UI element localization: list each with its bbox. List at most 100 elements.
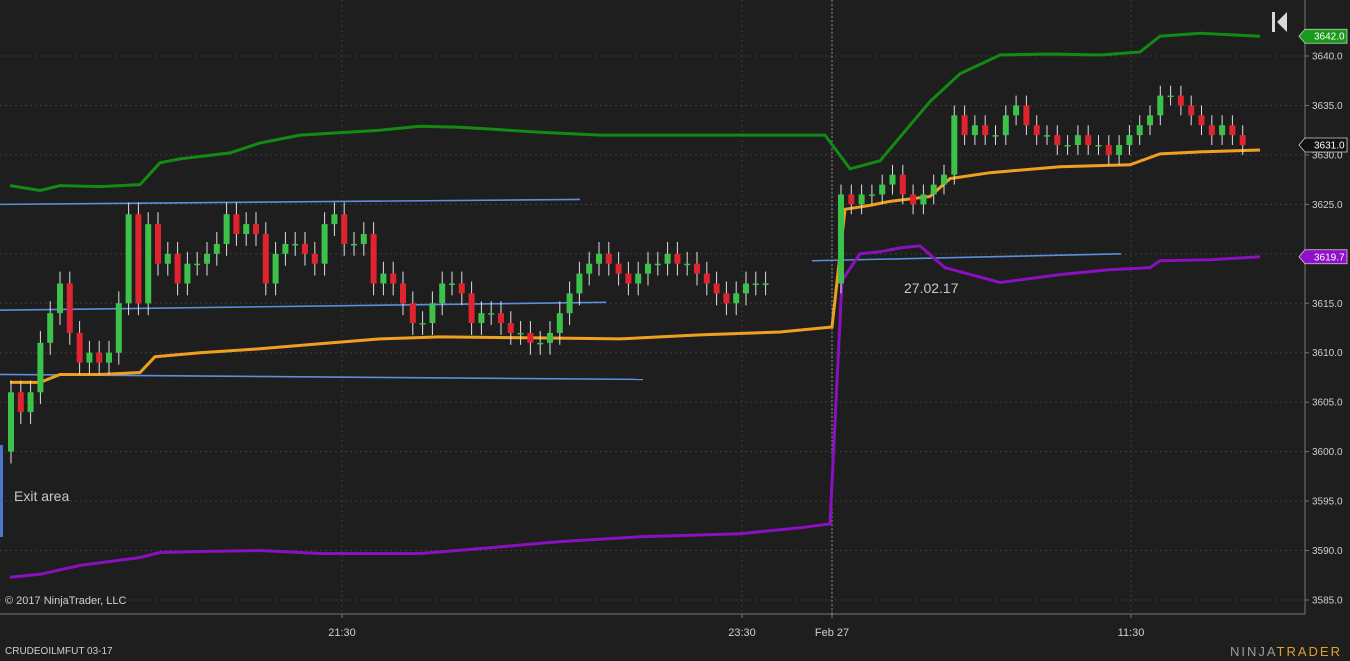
candle — [223, 214, 230, 244]
candle — [155, 224, 161, 264]
candle — [879, 184, 886, 195]
y-tick-label: 3635.0 — [1312, 101, 1343, 112]
candle — [1219, 125, 1226, 136]
candle — [848, 194, 855, 205]
candle — [1177, 95, 1184, 106]
candle — [174, 253, 181, 284]
candle — [360, 234, 367, 244]
candle — [76, 332, 83, 363]
candle — [743, 283, 749, 294]
candle — [1105, 145, 1112, 155]
candle — [576, 273, 583, 294]
candle — [47, 313, 54, 343]
candle — [439, 283, 446, 304]
candle — [961, 115, 968, 136]
candle — [951, 115, 958, 175]
candle — [605, 253, 612, 264]
candle — [468, 293, 475, 324]
lower-band-line — [9, 244, 1261, 579]
candle — [674, 253, 681, 264]
exit-area-marker — [0, 445, 3, 537]
candle — [282, 243, 289, 254]
candle — [527, 332, 534, 343]
candle — [409, 303, 416, 324]
candle — [920, 194, 927, 205]
candle — [1167, 95, 1174, 98]
trendline — [0, 198, 581, 206]
price-badges: 3642.0 3631.0 3619.7 — [1298, 28, 1348, 265]
candle — [635, 273, 642, 284]
candle — [1085, 135, 1092, 146]
candle — [615, 263, 622, 274]
candle — [429, 303, 436, 324]
copyright-text: © 2017 NinjaTrader, LLC — [5, 595, 127, 607]
candle — [1033, 125, 1040, 136]
candle — [106, 352, 112, 363]
candle — [390, 273, 397, 284]
candle — [1023, 105, 1030, 126]
candle — [910, 194, 917, 205]
candle — [941, 174, 947, 185]
candle — [507, 323, 514, 333]
candle — [982, 125, 989, 136]
candle — [311, 253, 318, 264]
candle — [586, 263, 593, 274]
candle — [547, 332, 553, 343]
candle — [517, 332, 524, 335]
candle — [1074, 135, 1081, 146]
y-tick-label: 3590.0 — [1312, 546, 1343, 557]
candle — [858, 194, 865, 205]
candle — [664, 253, 671, 264]
candle — [419, 323, 426, 325]
candle — [971, 125, 978, 136]
price-badge-label: 3631.0 — [1314, 141, 1345, 152]
indicator-bands — [9, 31, 1261, 579]
candle — [1044, 135, 1050, 137]
candle — [164, 253, 171, 264]
candle — [1064, 145, 1071, 147]
candle — [930, 184, 937, 195]
candle — [145, 224, 152, 304]
candle — [243, 224, 250, 235]
candle — [17, 392, 24, 413]
candle — [253, 224, 259, 235]
candle — [370, 234, 377, 284]
candle — [1198, 115, 1205, 126]
candle — [96, 352, 103, 363]
y-tick-label: 3625.0 — [1312, 200, 1343, 211]
y-tick-label: 3610.0 — [1312, 348, 1343, 359]
y-tick-label: 3615.0 — [1312, 299, 1343, 310]
price-badge-label: 3642.0 — [1314, 32, 1345, 43]
candle — [272, 253, 279, 284]
candle — [1054, 135, 1061, 146]
price-chart[interactable]: 3585.0 3590.0 3595.0 3600.0 3605.0 3610.0 3615… — [0, 0, 1350, 661]
candle — [321, 224, 328, 264]
candle — [1095, 145, 1102, 147]
annotation-date: 27.02.17 — [904, 280, 959, 296]
candle — [838, 194, 844, 284]
candle — [1147, 115, 1153, 126]
candle — [380, 273, 387, 284]
candle — [556, 313, 563, 333]
candle — [868, 194, 875, 196]
candle — [292, 243, 299, 246]
candle — [703, 273, 710, 284]
candle — [899, 174, 906, 195]
candle — [86, 352, 93, 363]
x-tick-label: Feb 27 — [815, 627, 849, 639]
x-tick-label: 21:30 — [328, 627, 356, 639]
annotation-exit-area: Exit area — [14, 488, 70, 504]
candle — [115, 303, 122, 353]
candle — [302, 243, 308, 254]
candle — [125, 214, 132, 304]
scroll-to-start-icon[interactable] — [1270, 10, 1290, 36]
candle — [184, 263, 191, 284]
candle — [57, 283, 63, 314]
candle — [194, 263, 201, 266]
price-badge-label: 3619.7 — [1314, 252, 1345, 263]
candle — [66, 283, 73, 333]
candle — [645, 263, 651, 274]
candle — [889, 174, 896, 185]
y-tick-label: 3585.0 — [1312, 596, 1343, 607]
candle — [1188, 105, 1195, 116]
